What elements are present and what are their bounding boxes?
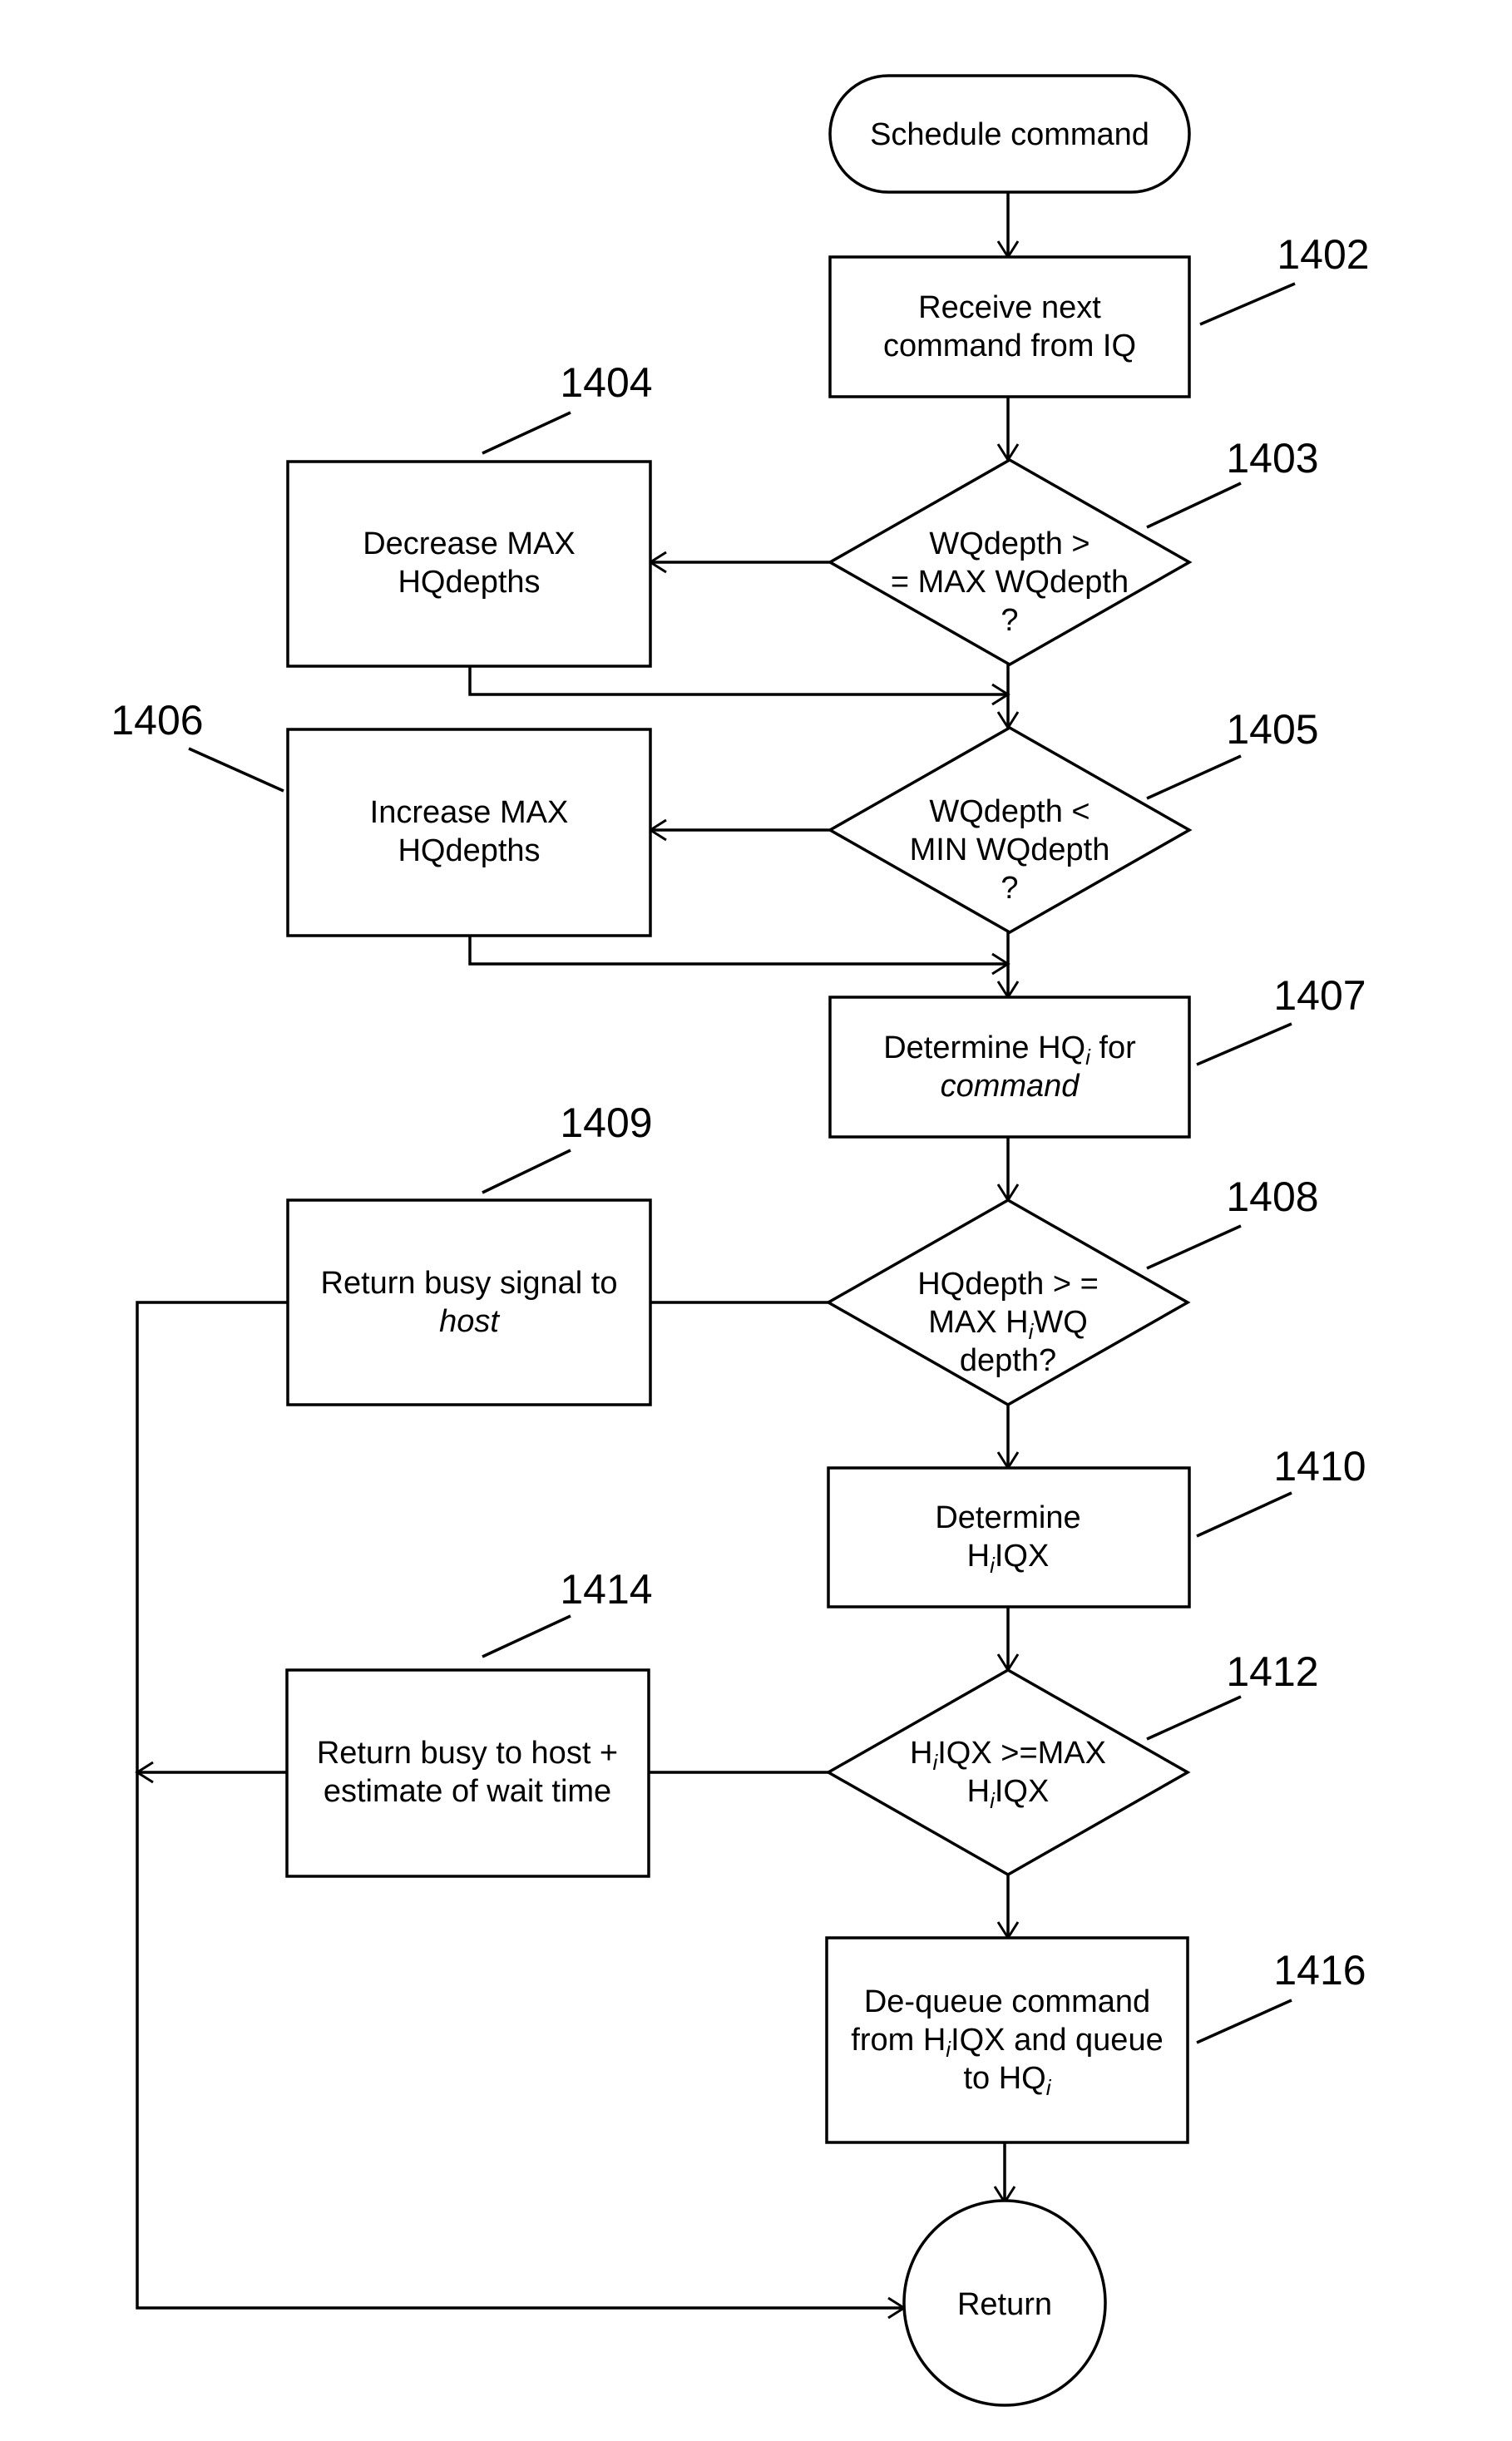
node-label-line1: HiIQX >=MAX xyxy=(910,1736,1106,1775)
text-part: from H xyxy=(851,2023,946,2058)
leader-line-1414 xyxy=(482,1614,571,1658)
text-part: IQX >=MAX xyxy=(937,1736,1106,1771)
text-part: Determine HQ xyxy=(883,1030,1085,1065)
text-part: H xyxy=(910,1736,932,1771)
node-1402-receive-next-command: Receive next command from IQ xyxy=(828,255,1191,398)
node-schedule-command: Schedule command xyxy=(828,74,1191,194)
edge-1406-to-1407 xyxy=(468,936,1008,966)
leader-line-1402 xyxy=(1199,282,1296,326)
ref-1402: 1402 xyxy=(1277,231,1369,278)
node-label-line2: HiIQX xyxy=(967,1774,1050,1813)
node-1406-increase-max-hqdepths: Increase MAX HQdepths xyxy=(286,728,652,937)
text-part: for xyxy=(1090,1030,1136,1065)
ref-1405: 1405 xyxy=(1226,706,1318,753)
node-label-line3: ? xyxy=(1001,871,1018,906)
text-part: MAX H xyxy=(928,1305,1028,1340)
node-1407-determine-hqi: Determine HQi for command xyxy=(828,996,1191,1139)
node-label-line2: command xyxy=(941,1069,1081,1104)
node-1414-return-busy-estimate: Return busy to host + estimate of wait t… xyxy=(285,1668,650,1878)
node-label-line2: estimate of wait time xyxy=(324,1774,611,1809)
ref-1416: 1416 xyxy=(1273,1947,1366,1994)
node-1416-dequeue-command: De-queue command from HiIQX and queue to… xyxy=(825,1936,1189,2144)
ref-1406: 1406 xyxy=(111,697,203,744)
node-label-line1: WQdepth > xyxy=(929,526,1090,561)
leader-line-1404 xyxy=(482,411,571,455)
node-label-line1: HQdepth > = xyxy=(917,1267,1099,1302)
text-part: to HQ xyxy=(963,2061,1045,2096)
ref-1404: 1404 xyxy=(560,359,652,406)
node-label-line1: Receive next xyxy=(918,290,1101,325)
node-label-line3: ? xyxy=(1001,603,1018,638)
node-label-line1: Decrease MAX xyxy=(363,526,576,561)
text-part: WQ xyxy=(1033,1305,1087,1340)
ref-1409: 1409 xyxy=(560,1099,652,1146)
ref-1408: 1408 xyxy=(1226,1174,1318,1220)
leader-line-1405 xyxy=(1146,754,1242,800)
node-1409-return-busy-signal: Return busy signal to host xyxy=(286,1198,652,1406)
node-return: Return xyxy=(902,2199,1107,2407)
node-label-line2: from HiIQX and queue xyxy=(851,2023,1163,2062)
leader-line-1407 xyxy=(1196,1022,1292,1066)
node-label-line2: MAX HiWQ xyxy=(928,1305,1088,1344)
node-1403-wqdepth-max-decision: WQdepth > = MAX WQdepth ? xyxy=(827,457,1193,667)
node-label-line1: Determine xyxy=(935,1500,1080,1535)
leader-line-1406 xyxy=(188,747,284,793)
node-label-line2: MIN WQdepth xyxy=(910,833,1110,867)
text-part: IQX xyxy=(995,1774,1049,1809)
node-label-line1: Increase MAX xyxy=(370,795,569,830)
node-label-line3: depth? xyxy=(960,1343,1056,1378)
text-part: IQX and queue xyxy=(951,2023,1164,2058)
node-label-line1: Return busy signal to xyxy=(321,1266,618,1301)
node-1405-wqdepth-min-decision: WQdepth < MIN WQdepth ? xyxy=(827,725,1193,935)
ref-1407: 1407 xyxy=(1273,972,1366,1019)
node-1404-decrease-max-hqdepths: Decrease MAX HQdepths xyxy=(286,460,652,668)
node-label-line1: De-queue command xyxy=(864,1984,1150,2019)
node-label-line2: HQdepths xyxy=(398,833,540,868)
text-part: IQX xyxy=(995,1539,1049,1574)
node-label-line2: host xyxy=(439,1304,500,1339)
node-1410-determine-hiiqx: Determine HiIQX xyxy=(827,1466,1191,1608)
ref-1414: 1414 xyxy=(560,1566,652,1613)
ref-1403: 1403 xyxy=(1226,435,1318,482)
leader-line-1412 xyxy=(1146,1695,1242,1741)
leader-line-1410 xyxy=(1196,1491,1292,1538)
leader-line-1416 xyxy=(1196,1999,1292,2044)
node-label-line2: command from IQ xyxy=(883,329,1136,363)
leader-line-1403 xyxy=(1146,482,1242,529)
node-label-line3: to HQi xyxy=(963,2061,1051,2100)
ref-1412: 1412 xyxy=(1226,1648,1318,1695)
node-label: Return xyxy=(957,2287,1052,2322)
node-label-line2: HQdepths xyxy=(398,565,540,600)
ref-1410: 1410 xyxy=(1273,1443,1366,1490)
node-label-line1: Determine HQi for xyxy=(883,1030,1136,1070)
leader-line-1409 xyxy=(482,1149,571,1194)
edge-1404-to-1405 xyxy=(468,666,1008,696)
node-1412-hiiqx-decision: HiIQX >=MAX HiIQX xyxy=(825,1668,1191,1877)
flowchart: Schedule command Receive next command fr… xyxy=(111,74,1370,2407)
text-part: H xyxy=(967,1774,990,1809)
node-label-line2: = MAX WQdepth xyxy=(891,565,1129,600)
node-label: Schedule command xyxy=(870,117,1149,152)
leader-line-1408 xyxy=(1146,1224,1242,1270)
text-part: H xyxy=(967,1539,990,1574)
node-1408-hqdepth-decision: HQdepth > = MAX HiWQ depth? xyxy=(825,1198,1191,1407)
node-label-line1: WQdepth < xyxy=(929,794,1090,829)
node-label-line2: HiIQX xyxy=(967,1539,1050,1578)
node-label-line1: Return busy to host + xyxy=(317,1736,618,1771)
